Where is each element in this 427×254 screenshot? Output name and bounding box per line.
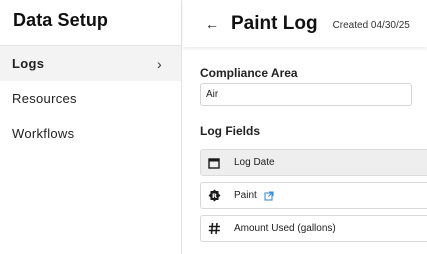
calendar-icon <box>207 156 221 170</box>
compliance-area-field[interactable]: Air <box>200 83 412 106</box>
sidebar-item-logs[interactable]: Logs › <box>0 46 181 81</box>
compliance-area-value: Air <box>206 89 219 100</box>
sidebar-header: Data Setup <box>0 0 181 46</box>
log-fields-label: Log Fields <box>200 124 260 138</box>
chevron-right-icon: › <box>157 55 162 72</box>
compliance-area-label: Compliance Area <box>200 66 298 80</box>
sidebar-item-label: Logs <box>12 56 45 71</box>
external-link-icon[interactable] <box>264 190 274 201</box>
field-row-paint[interactable]: R Paint <box>200 182 427 209</box>
page-title: Paint Log <box>231 12 318 34</box>
arrow-left-icon[interactable]: ← <box>205 17 219 31</box>
main-panel: ← Paint Log Created 04/30/25 Compliance … <box>183 0 427 254</box>
field-label: Log Date <box>234 157 275 168</box>
sidebar-item-workflows[interactable]: Workflows <box>0 116 181 151</box>
field-label: Paint <box>234 190 257 201</box>
field-row-log-date[interactable]: Log Date <box>200 149 427 176</box>
sidebar-item-label: Resources <box>12 91 77 106</box>
created-date: Created 04/30/25 <box>332 19 410 31</box>
svg-text:R: R <box>211 192 216 200</box>
hash-icon <box>207 222 221 236</box>
resource-icon: R <box>207 189 221 203</box>
sidebar-item-resources[interactable]: Resources <box>0 81 181 116</box>
sidebar-title: Data Setup <box>13 10 109 30</box>
log-form: Compliance Area Air Log Fields <box>200 66 427 138</box>
sidebar-item-label: Workflows <box>12 126 75 141</box>
sidebar: Data Setup Logs › Resources Workflows <box>0 0 182 254</box>
top-bar: ← Paint Log Created 04/30/25 <box>183 0 427 47</box>
field-row-amount-used[interactable]: Amount Used (gallons) <box>200 215 427 242</box>
field-label: Amount Used (gallons) <box>234 223 336 234</box>
